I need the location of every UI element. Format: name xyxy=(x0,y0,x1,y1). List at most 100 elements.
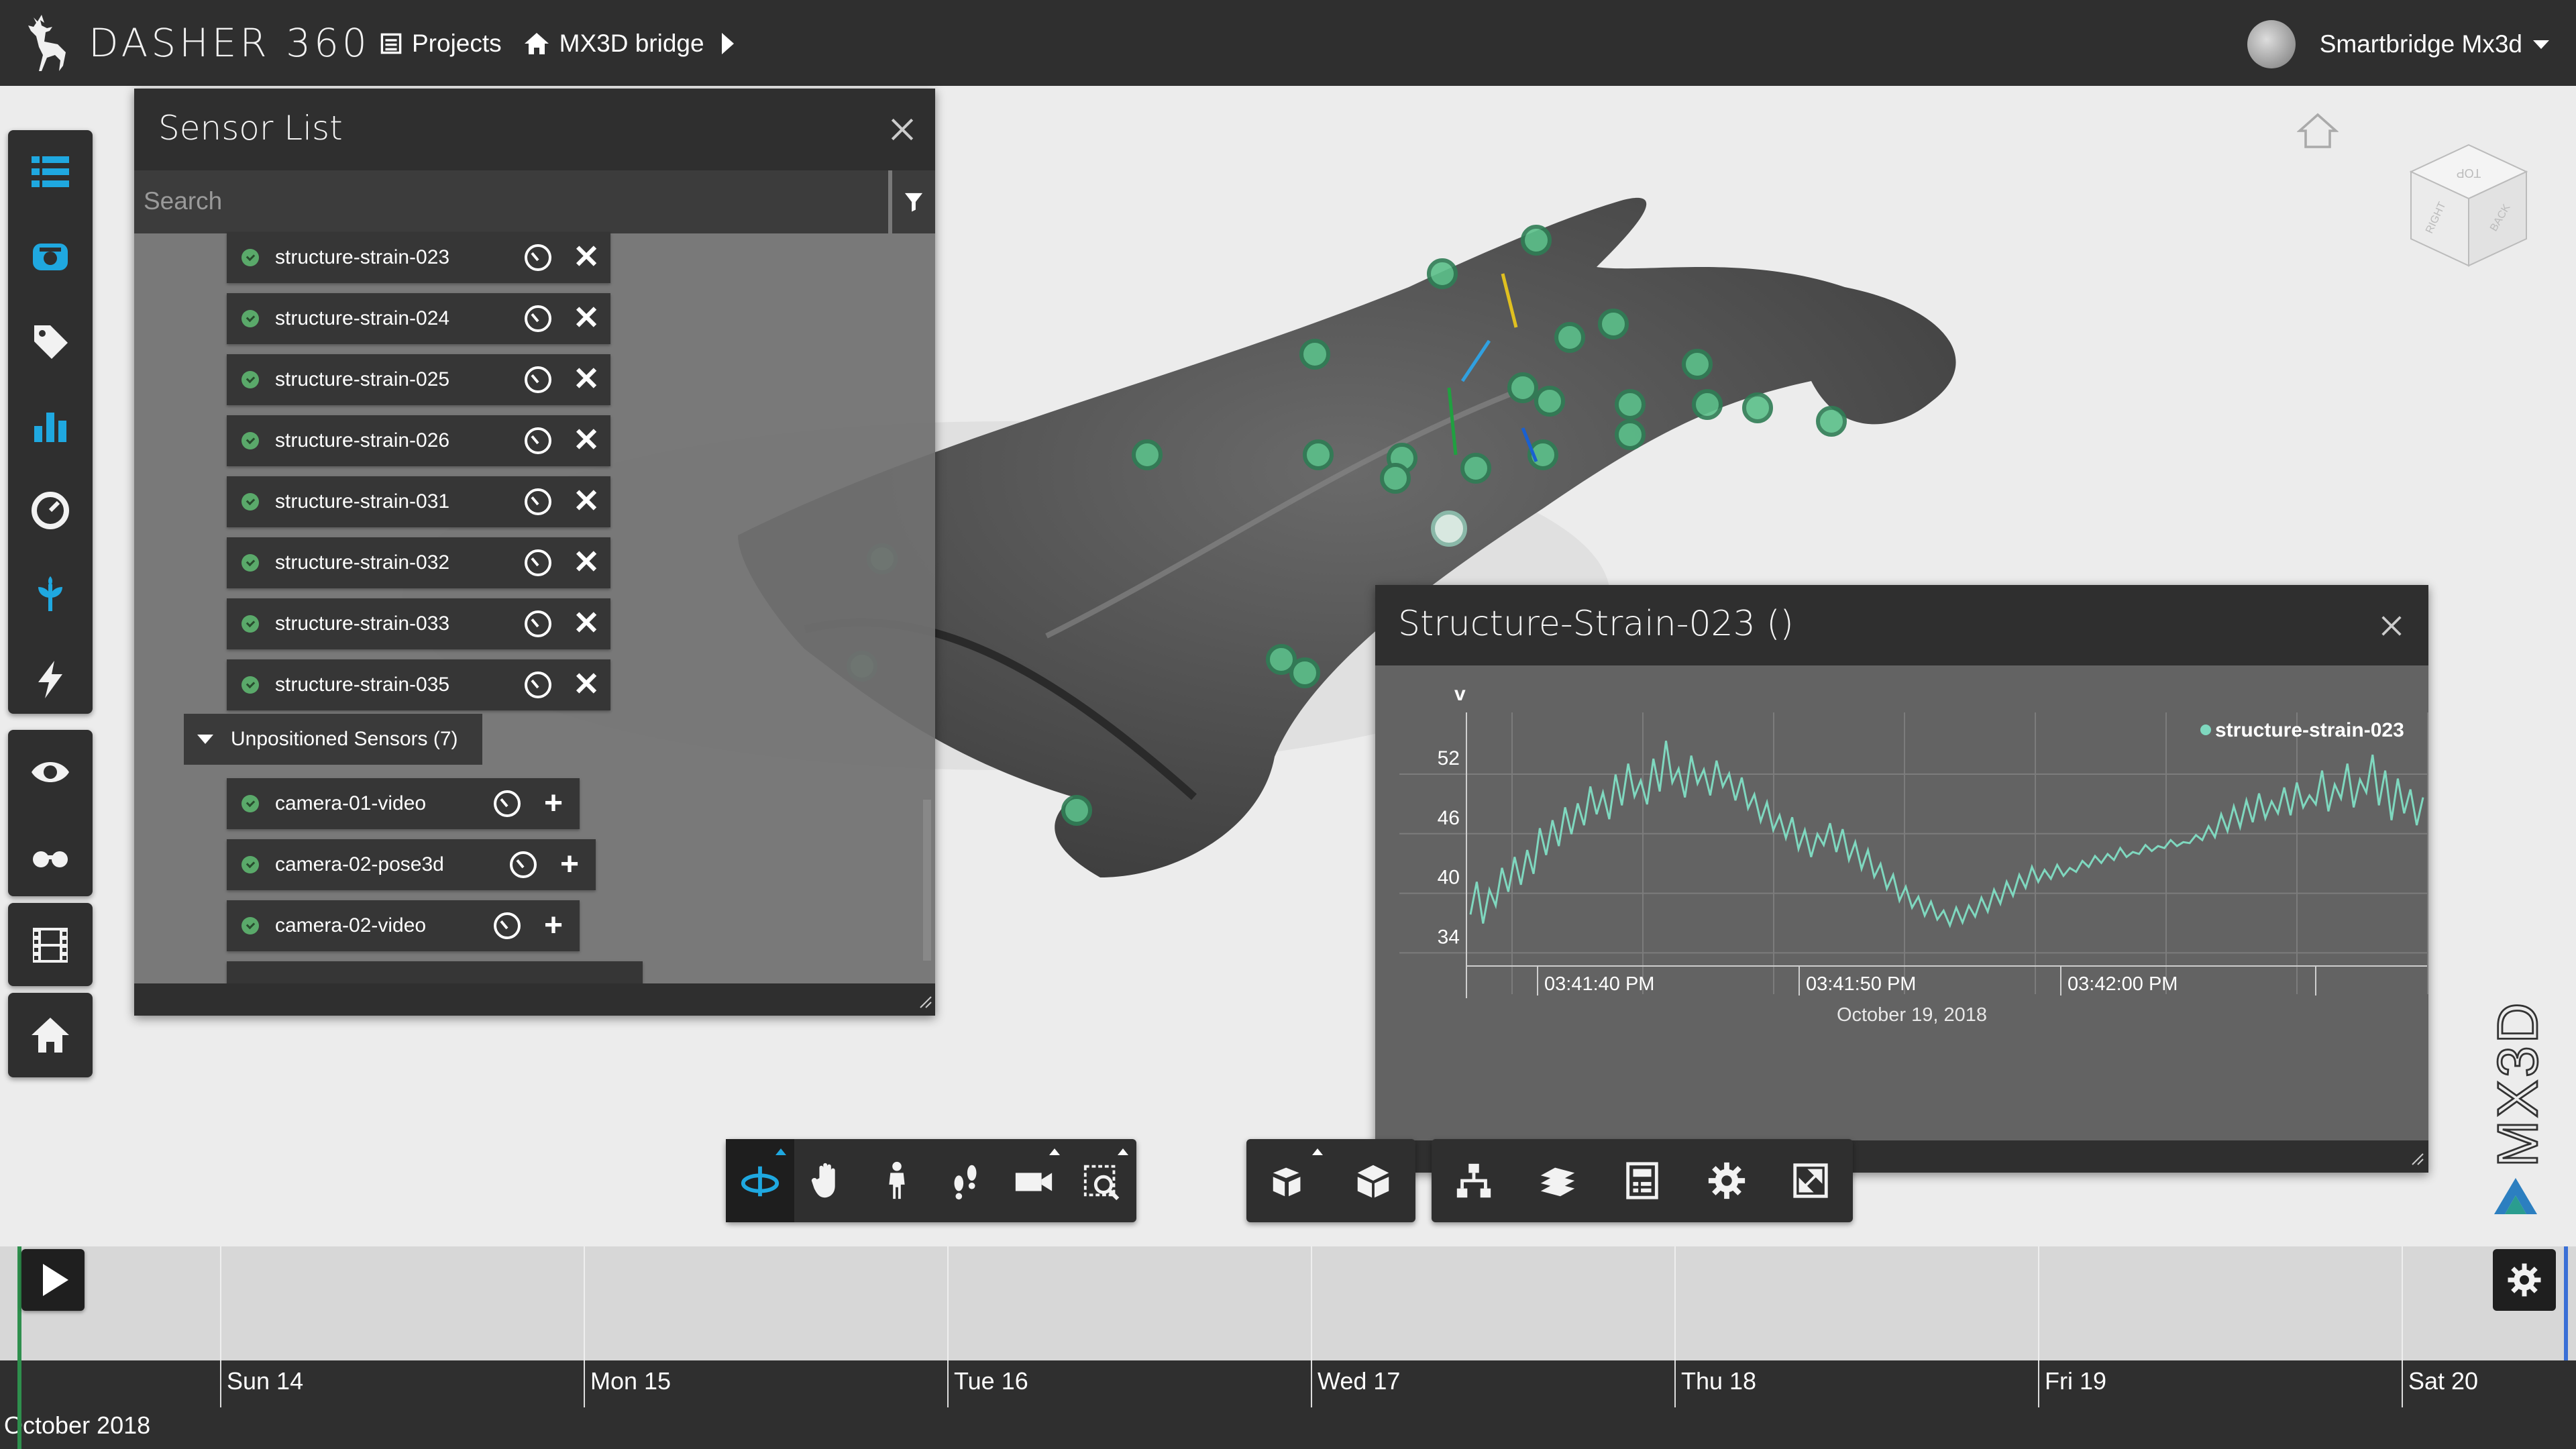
person-icon xyxy=(889,1161,905,1199)
breadcrumb-projects[interactable]: Projects xyxy=(380,30,502,58)
sensor-list-header: Sensor List xyxy=(134,89,935,170)
model-browser-button[interactable] xyxy=(1432,1139,1516,1222)
cube-icon xyxy=(1357,1165,1389,1198)
gauge-icon[interactable] xyxy=(510,851,537,878)
orbit-button[interactable] xyxy=(726,1139,794,1222)
charts-button[interactable] xyxy=(8,384,93,468)
vr-button[interactable] xyxy=(8,814,93,899)
gauges-button[interactable] xyxy=(8,468,93,553)
breadcrumb-expand-icon[interactable] xyxy=(721,33,734,54)
navigation-toolbar xyxy=(726,1139,1136,1222)
gauge-icon[interactable] xyxy=(525,244,551,271)
camera-button[interactable] xyxy=(1000,1139,1068,1222)
list-item[interactable]: camera-02-video + xyxy=(227,900,580,951)
gauge-icon[interactable] xyxy=(525,305,551,332)
video-button[interactable] xyxy=(8,903,93,987)
sensor-label: structure-strain-035 xyxy=(275,674,450,696)
visibility-button[interactable] xyxy=(8,730,93,814)
scrollbar[interactable] xyxy=(923,800,931,961)
model-structure-button[interactable] xyxy=(1331,1139,1415,1222)
list-item[interactable]: camera-02-pose3d + xyxy=(227,839,596,890)
resize-handle-icon[interactable] xyxy=(2411,1152,2424,1166)
remove-icon[interactable]: ✕ xyxy=(573,425,600,457)
remove-icon[interactable]: ✕ xyxy=(573,608,600,640)
gauge-icon[interactable] xyxy=(525,610,551,637)
gauge-icon[interactable] xyxy=(494,912,521,939)
events-button[interactable] xyxy=(8,637,93,722)
close-icon[interactable] xyxy=(2379,613,2404,639)
list-item[interactable]: structure-strain-023 ✕ xyxy=(227,232,610,283)
breadcrumb-project[interactable]: MX3D bridge xyxy=(523,30,704,58)
timeline-track[interactable] xyxy=(0,1246,2576,1360)
remove-icon[interactable]: ✕ xyxy=(573,669,600,701)
gauge-icon[interactable] xyxy=(525,672,551,698)
list-item[interactable]: structure-strain-025 ✕ xyxy=(227,354,610,405)
list-item[interactable]: structure-strain-035 ✕ xyxy=(227,659,610,710)
day-gridline xyxy=(2402,1246,2403,1360)
range-end-handle[interactable] xyxy=(2564,1246,2568,1360)
add-icon[interactable]: + xyxy=(558,849,581,881)
list-item[interactable]: structure-strain-026 ✕ xyxy=(227,415,610,466)
status-ok-icon xyxy=(241,493,259,511)
filter-icon xyxy=(904,193,923,212)
orbit-icon xyxy=(741,1166,780,1197)
list-item[interactable]: structure-strain-033 ✕ xyxy=(227,598,610,649)
properties-button[interactable] xyxy=(1600,1139,1684,1222)
search-input[interactable] xyxy=(134,170,869,232)
layers-button[interactable] xyxy=(1516,1139,1601,1222)
plant-button[interactable] xyxy=(8,553,93,637)
settings-icon xyxy=(1708,1162,1745,1199)
resize-handle-icon[interactable] xyxy=(919,996,932,1009)
remove-icon[interactable]: ✕ xyxy=(573,303,600,335)
timeline-settings-button[interactable] xyxy=(2493,1249,2556,1311)
gauge-icon[interactable] xyxy=(494,790,521,817)
close-icon[interactable] xyxy=(888,115,916,144)
home-view-icon[interactable] xyxy=(2297,113,2339,149)
add-icon[interactable]: + xyxy=(542,910,565,942)
walk-button[interactable] xyxy=(863,1139,931,1222)
remove-icon[interactable]: ✕ xyxy=(573,547,600,579)
mx3d-logo: MX3D xyxy=(2485,999,2550,1214)
user-menu[interactable]: Smartbridge Mx3d xyxy=(2247,20,2549,68)
tags-button[interactable] xyxy=(8,299,93,384)
unpositioned-group-toggle[interactable]: Unpositioned Sensors (7) xyxy=(184,714,482,765)
day-label: Sun 14 xyxy=(227,1367,304,1395)
pan-button[interactable] xyxy=(794,1139,863,1222)
settings-button[interactable] xyxy=(1684,1139,1769,1222)
list-item[interactable]: structure-strain-031 ✕ xyxy=(227,476,610,527)
status-ok-icon xyxy=(241,676,259,694)
list-item[interactable]: structure-strain-024 ✕ xyxy=(227,293,610,344)
list-item[interactable]: structure-strain-032 ✕ xyxy=(227,537,610,588)
caret-down-icon xyxy=(197,735,213,744)
list-item[interactable]: camera-01-video + xyxy=(227,778,580,829)
deer-logo-icon xyxy=(28,15,66,71)
timeline-axis xyxy=(0,1360,2576,1449)
play-button[interactable] xyxy=(21,1249,85,1311)
view-cube[interactable]: TOP RIGHT BACK xyxy=(2395,134,2542,282)
remove-icon[interactable]: ✕ xyxy=(573,241,600,274)
remove-icon[interactable]: ✕ xyxy=(573,364,600,396)
day-gridline xyxy=(584,1246,585,1360)
explode-button[interactable] xyxy=(1246,1139,1331,1222)
fullscreen-button[interactable] xyxy=(1768,1139,1853,1222)
zoom-window-button[interactable] xyxy=(1068,1139,1136,1222)
remove-icon[interactable]: ✕ xyxy=(573,486,600,518)
gauge-icon[interactable] xyxy=(525,549,551,576)
sensor-label: camera-02-video xyxy=(275,914,427,936)
add-icon[interactable]: + xyxy=(542,788,565,820)
sensor-label: camera-02-pose3d xyxy=(275,853,444,875)
submenu-indicator-icon xyxy=(1118,1148,1128,1155)
submenu-indicator-icon xyxy=(1312,1148,1323,1155)
gauge-icon[interactable] xyxy=(525,427,551,454)
strain-line-chart[interactable]: 52 46 40 34 v 03:41:40 PM 03:41:50 PM 03:42:00 … xyxy=(1375,665,2428,1140)
list-item[interactable] xyxy=(227,961,643,983)
first-person-button[interactable] xyxy=(931,1139,1000,1222)
sensor-label: structure-strain-025 xyxy=(275,368,450,390)
gauge-icon[interactable] xyxy=(525,366,551,393)
home-button[interactable] xyxy=(8,993,93,1077)
list-doc-icon xyxy=(380,33,402,54)
filter-button[interactable] xyxy=(892,170,935,233)
gauge-icon[interactable] xyxy=(525,488,551,515)
sensor-list-button[interactable] xyxy=(8,130,93,215)
sensor-cam-button[interactable] xyxy=(8,215,93,299)
